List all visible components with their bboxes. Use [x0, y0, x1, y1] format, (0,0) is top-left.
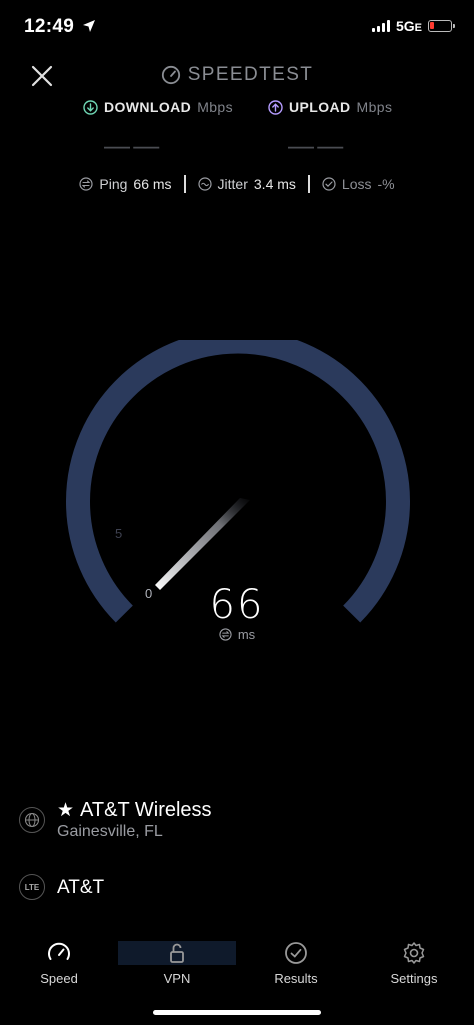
- tab-speed[interactable]: Speed: [0, 938, 118, 990]
- tab-vpn[interactable]: VPN: [118, 938, 236, 990]
- gauge-unit-label: ms: [237, 627, 256, 642]
- tab-settings[interactable]: Settings: [355, 938, 473, 990]
- globe-icon: [19, 807, 45, 833]
- speedometer-icon: [161, 65, 180, 85]
- loss-value: -%: [377, 176, 395, 192]
- jitter-value: 3.4 ms: [253, 176, 296, 192]
- download-unit: Mbps: [197, 99, 234, 115]
- ping-icon: [219, 628, 232, 641]
- tab-results[interactable]: Results: [237, 938, 355, 990]
- upload-header: UPLOAD Mbps: [268, 99, 392, 115]
- status-indicators: 5GE: [371, 18, 455, 34]
- gauge-tick-5: 5: [115, 526, 123, 541]
- lte-badge-text: LTE: [24, 882, 40, 892]
- check-circle-icon: [285, 942, 307, 964]
- gauge-value: 66: [209, 582, 265, 628]
- loss-stat: Loss -%: [310, 176, 407, 192]
- tab-label: VPN: [163, 971, 191, 986]
- download-label: DOWNLOAD: [104, 99, 192, 115]
- loss-icon: [322, 177, 336, 191]
- latency-stats: Ping 66 ms Jitter 3.4 ms Loss -%: [0, 175, 474, 193]
- jitter-icon: [197, 177, 212, 191]
- loss-label: Loss: [341, 176, 372, 192]
- download-header: DOWNLOAD Mbps: [83, 99, 233, 115]
- upload-value: — —: [288, 130, 343, 160]
- network-type: 5GE: [395, 18, 422, 34]
- jitter-stat: Jitter 3.4 ms: [186, 176, 308, 192]
- upload-label: UPLOAD: [289, 99, 351, 115]
- speedometer-icon: [48, 942, 70, 960]
- upload-icon: [268, 99, 283, 115]
- page-title: SPEEDTEST: [0, 64, 474, 86]
- signal-icon: [371, 20, 390, 32]
- download-icon: [83, 99, 98, 115]
- upload-unit: Mbps: [356, 99, 393, 115]
- gear-icon: [403, 942, 425, 964]
- isp-name[interactable]: ★ AT&T Wireless: [57, 799, 212, 822]
- favorite-star-icon: ★: [57, 800, 75, 821]
- download-value: — —: [104, 130, 159, 160]
- carrier-name[interactable]: AT&T: [57, 877, 104, 899]
- gauge-arc: [66, 340, 410, 623]
- lte-icon: LTE: [19, 874, 45, 900]
- isp-label: AT&T Wireless: [80, 799, 212, 821]
- gauge-needle: [155, 498, 250, 590]
- tab-label: Results: [274, 971, 318, 986]
- ping-icon: [79, 177, 93, 191]
- title-text: SPEEDTEST: [187, 64, 314, 85]
- unlock-icon: [170, 943, 184, 963]
- jitter-label: Jitter: [217, 176, 248, 192]
- battery-icon: [428, 20, 455, 32]
- ping-label: Ping: [99, 176, 128, 192]
- home-indicator[interactable]: [153, 1010, 321, 1015]
- status-time: 12:49: [24, 16, 75, 37]
- ping-stat: Ping 66 ms: [67, 176, 183, 192]
- location-arrow-icon: [83, 20, 95, 32]
- ping-value: 66 ms: [133, 176, 172, 192]
- isp-location: Gainesville, FL: [57, 823, 163, 840]
- tab-label: Speed: [40, 971, 78, 986]
- tab-label: Settings: [390, 971, 438, 986]
- tab-bar: Speed VPN Results Settings: [0, 938, 474, 998]
- gauge-unit: ms: [0, 627, 474, 642]
